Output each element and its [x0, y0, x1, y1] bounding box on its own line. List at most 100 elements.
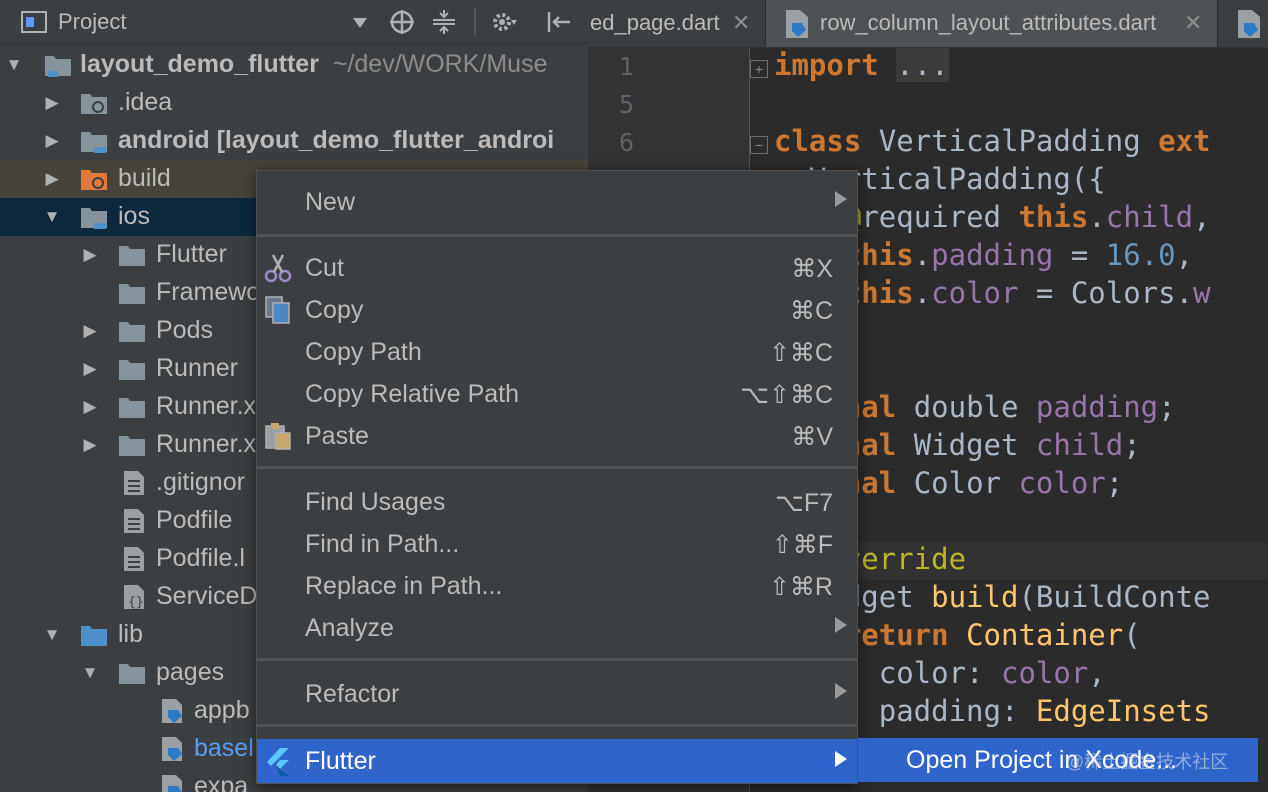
locate-file-icon[interactable] — [388, 8, 416, 36]
menu-item-label: Paste — [305, 422, 369, 450]
menu-separator — [257, 658, 857, 661]
shortcut-label: ⇧⌘F — [771, 531, 833, 559]
collapse-all-icon[interactable] — [430, 8, 458, 36]
json-file-icon: {} — [124, 585, 144, 610]
shortcut-label: ⌘V — [791, 423, 833, 451]
close-tab-icon[interactable]: ✕ — [732, 10, 750, 36]
tree-item-label: Podfile.l — [156, 544, 245, 572]
menu-item-label: Find Usages — [305, 488, 446, 516]
project-panel-title[interactable]: Project — [58, 9, 126, 35]
menu-item-find-usages[interactable]: Find Usages ⌥F7 — [257, 481, 857, 523]
tree-item-label: pages — [156, 658, 225, 686]
expand-arrow-icon[interactable]: ▼ — [4, 55, 24, 75]
text-file-icon — [124, 547, 144, 571]
tab-label: ed_page.dart — [590, 10, 720, 35]
menu-item-copy-relative-path[interactable]: Copy Relative Path ⌥⇧⌘C — [257, 373, 857, 415]
collapse-arrow-icon[interactable]: ▶ — [42, 93, 62, 113]
shortcut-label: ⌥⇧⌘C — [740, 381, 833, 409]
header-separator — [474, 8, 476, 36]
menu-item-label: New — [305, 188, 356, 216]
tree-item-layout-demo-flutter[interactable]: ▼ layout_demo_flutter ~/dev/WORK/Muse — [0, 46, 588, 84]
tree-item-label: lib — [118, 620, 144, 648]
excluded-folder-icon — [81, 170, 107, 190]
editor-tab-bar: ed_page.dart ✕ row_column_layout_attribu… — [588, 0, 1268, 48]
tree-item-label: expa — [194, 772, 249, 792]
tab-expanded-page[interactable]: ed_page.dart ✕ — [588, 0, 766, 47]
project-panel-header: Project — [0, 0, 588, 44]
project-view-icon[interactable] — [20, 8, 48, 36]
settings-folder-icon — [81, 94, 107, 114]
menu-item-label: Copy Path — [305, 338, 422, 366]
collapse-arrow-icon[interactable]: ▶ — [42, 131, 62, 151]
collapse-arrow-icon[interactable]: ▶ — [80, 359, 100, 379]
scissors-icon — [264, 254, 292, 283]
close-tab-icon[interactable]: ✕ — [1184, 10, 1202, 36]
menu-item-label: Copy Relative Path — [305, 380, 520, 408]
tree-item-label: Runner — [156, 354, 238, 382]
code-line: import ... — [774, 48, 949, 82]
folder-icon — [119, 664, 145, 684]
tree-item-label: layout_demo_flutter ~/dev/WORK/Muse — [80, 50, 548, 78]
line-number: 1 — [618, 52, 634, 81]
watermark: @稀土掘金技术社区 — [1066, 752, 1229, 772]
menu-item-label: Refactor — [305, 680, 400, 708]
menu-separator — [257, 466, 857, 469]
shortcut-label: ⌘X — [791, 255, 833, 283]
folder-icon — [119, 398, 145, 418]
menu-item-copy-path[interactable]: Copy Path ⇧⌘C — [257, 331, 857, 373]
copy-icon — [265, 296, 290, 324]
tree-item-label: basel — [194, 734, 254, 762]
menu-item-label: Replace in Path... — [305, 572, 503, 600]
collapse-arrow-icon[interactable]: ▶ — [80, 245, 100, 265]
dart-file-icon — [162, 737, 182, 761]
dart-file-icon — [786, 10, 808, 38]
flutter-icon — [267, 748, 289, 776]
menu-item-cut[interactable]: Cut ⌘X — [257, 247, 857, 289]
gear-icon[interactable] — [490, 8, 518, 36]
tree-item-label: Pods — [156, 316, 213, 344]
tree-item-label: .gitignor — [156, 468, 245, 496]
code-line: class VerticalPadding ext — [774, 124, 1211, 158]
menu-item-refactor[interactable]: Refactor — [257, 673, 857, 715]
collapse-arrow-icon[interactable]: ▶ — [80, 397, 100, 417]
collapse-arrow-icon[interactable]: ▶ — [80, 435, 100, 455]
tree-item-idea[interactable]: ▶ .idea — [0, 84, 588, 122]
fold-expand-icon[interactable]: + — [750, 60, 768, 78]
view-dropdown-icon[interactable] — [352, 17, 368, 29]
menu-item-label: Cut — [305, 254, 344, 282]
collapse-arrow-icon[interactable]: ▶ — [80, 321, 100, 341]
menu-item-paste[interactable]: Paste ⌘V — [257, 415, 857, 457]
menu-item-find-in-path[interactable]: Find in Path... ⇧⌘F — [257, 523, 857, 565]
paste-icon — [265, 423, 291, 450]
menu-item-new[interactable]: New — [257, 181, 857, 223]
tree-item-label: ios — [118, 202, 150, 230]
text-file-icon — [124, 471, 144, 495]
collapse-arrow-icon[interactable]: ▶ — [42, 169, 62, 189]
menu-item-replace-in-path[interactable]: Replace in Path... ⇧⌘R — [257, 565, 857, 607]
folder-icon — [119, 284, 145, 304]
tree-item-label: ServiceD — [156, 582, 258, 610]
fold-collapse-icon[interactable]: − — [750, 136, 768, 154]
context-menu: New Cut ⌘X Copy ⌘C Copy Path ⇧⌘C Copy Re… — [256, 170, 858, 784]
tab-next[interactable] — [1218, 0, 1268, 47]
menu-item-analyze[interactable]: Analyze — [257, 607, 857, 649]
expand-arrow-icon[interactable]: ▼ — [42, 625, 62, 645]
submenu-arrow-icon — [835, 751, 847, 767]
tab-row-column-layout-attributes[interactable]: row_column_layout_attributes.dart ✕ — [766, 0, 1218, 47]
expand-arrow-icon[interactable]: ▼ — [80, 663, 100, 683]
folder-icon — [119, 436, 145, 456]
expand-arrow-icon[interactable]: ▼ — [42, 207, 62, 227]
dart-file-icon — [162, 699, 182, 723]
hide-panel-icon[interactable] — [544, 8, 572, 36]
menu-item-label: Flutter — [305, 747, 376, 775]
menu-item-copy[interactable]: Copy ⌘C — [257, 289, 857, 331]
menu-item-label: Analyze — [305, 614, 394, 642]
tree-item-android[interactable]: ▶ android [layout_demo_flutter_androi — [0, 122, 588, 160]
menu-item-flutter[interactable]: Flutter — [257, 739, 857, 783]
tree-item-label: Runner.x — [156, 430, 257, 458]
module-folder-icon — [45, 56, 71, 77]
folder-icon — [119, 322, 145, 342]
source-folder-icon — [81, 626, 107, 646]
tree-item-label: .idea — [118, 88, 173, 116]
menu-separator — [257, 234, 857, 237]
